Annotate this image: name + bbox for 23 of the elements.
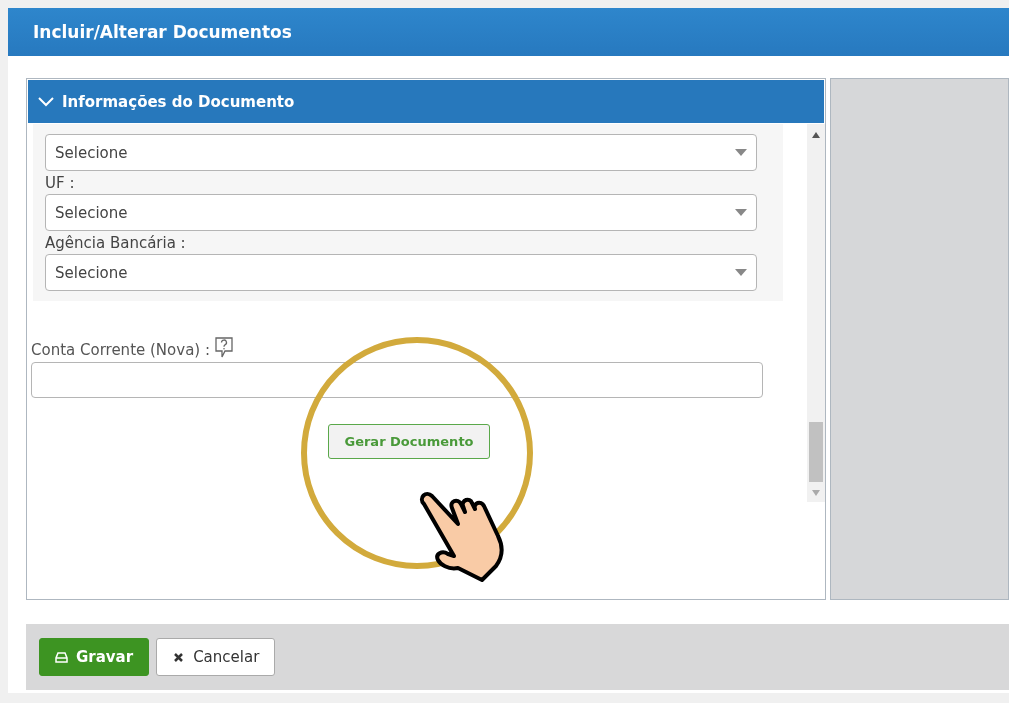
caret-icon [735, 149, 747, 156]
select-field[interactable]: Selecione [45, 254, 757, 291]
scrollbar[interactable] [807, 124, 825, 502]
scroll-thumb[interactable] [809, 422, 823, 482]
window-title: Incluir/Alterar Documentos [8, 8, 1009, 56]
field-label: UF : [45, 174, 76, 192]
select-field[interactable]: Selecione [45, 194, 757, 231]
input-field[interactable] [31, 362, 763, 398]
caret-icon [735, 269, 747, 276]
caret-icon [735, 209, 747, 216]
help-icon[interactable] [214, 337, 234, 359]
select-field[interactable]: Selecione [45, 134, 757, 171]
section-header[interactable]: Informações do Documento [28, 80, 824, 123]
cancel-button[interactable]: Cancelar [156, 638, 276, 676]
drive-icon [55, 650, 68, 664]
chevron-icon [38, 96, 54, 107]
close-icon [172, 650, 186, 664]
scroll-down-icon[interactable] [812, 490, 820, 496]
section-title: Informações do Documento [62, 92, 295, 111]
field-label: Conta Corrente (Nova) : [31, 341, 210, 359]
scroll-up-icon[interactable] [812, 132, 820, 138]
field-label: Agência Bancária : [45, 234, 187, 252]
save-button[interactable]: Gravar [39, 638, 150, 676]
